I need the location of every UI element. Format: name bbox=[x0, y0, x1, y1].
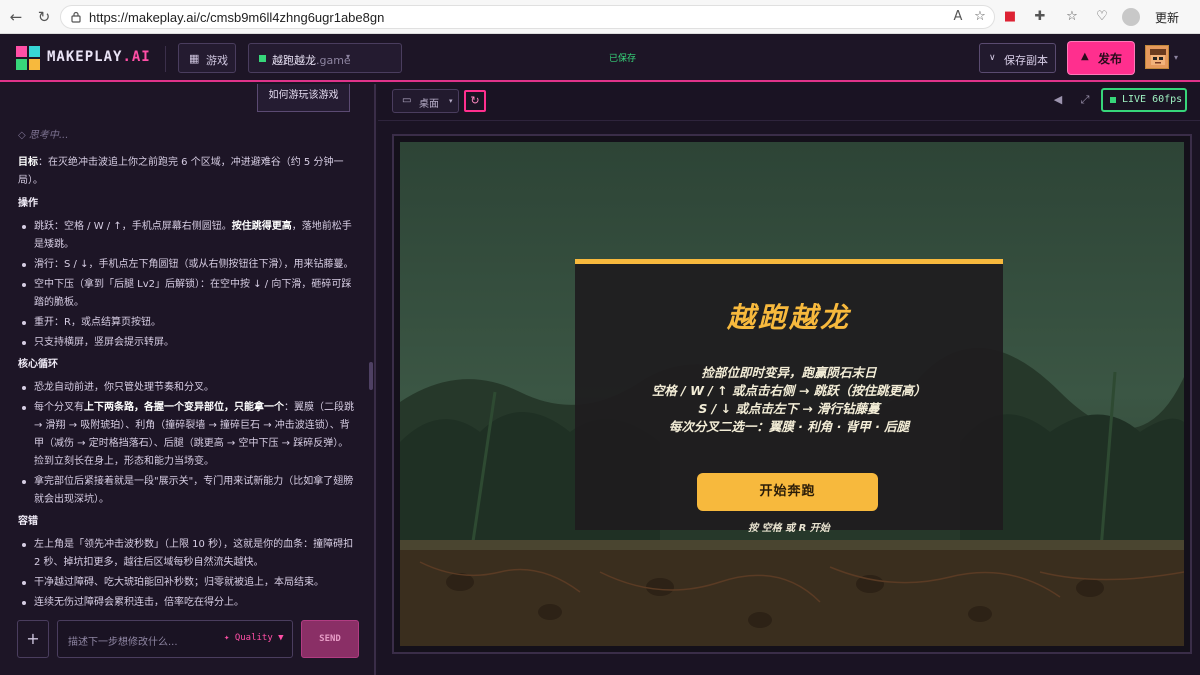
list-item: 滑行：S / ↓，手机点左下角圆钮（或从右侧按钮往下滑），用来钻藤蔓。 bbox=[18, 256, 358, 274]
reload-page-icon[interactable]: ↻ bbox=[34, 7, 54, 27]
chat-message: 目标：在灭绝冲击波追上你之前跑完 6 个区域，冲进避难谷（约 5 分钟一局）。 … bbox=[18, 154, 358, 616]
extension-icon[interactable]: ■ bbox=[1002, 9, 1018, 25]
list-item: 空中下压（拿到「后腿 Lv2」后解锁）：在空中按 ↓ / 向下滑，砸碎可踩踏的脆… bbox=[18, 276, 358, 312]
list-item: 重开：R，或点结算页按钮。 bbox=[18, 314, 358, 332]
list-item: 拿完部位后紧接着就是一段"展示关"，专门用来试新能力（比如拿了翅膀就会出现深坑）… bbox=[18, 473, 358, 509]
chevron-down-icon: ▾ bbox=[346, 52, 351, 61]
publish-button[interactable]: ▲ 发布 bbox=[1068, 42, 1134, 74]
list-item: 左上角是「领先冲击波秒数」（上限 10 秒），这就是你的血条：撞障碍扣 2 秒、… bbox=[18, 536, 358, 572]
expand-icon[interactable]: ⤢ bbox=[1077, 92, 1093, 108]
list-item: 跳跃：空格 / W / ↑，手机点屏幕右侧圆钮。按住跳得更高，落地前松手是矮跳。 bbox=[18, 218, 358, 254]
browser-toolbar: ← ↻ https://makeplay.ai/c/cmsb9m6ll4zhng… bbox=[0, 0, 1200, 34]
app-header: MAKEPLAY.AI ▦ 游戏 越跑越龙.game ▾ 已保存 ∨ 保存副本 … bbox=[0, 34, 1200, 82]
loop-heading: 核心循环 bbox=[18, 359, 58, 370]
list-item: 恐龙自动前进，你只管处理节奏和分叉。 bbox=[18, 379, 358, 397]
device-view-select[interactable]: ▭ 桌面 ▾ bbox=[392, 89, 459, 113]
attach-button[interactable]: + bbox=[17, 620, 49, 658]
goal-paragraph: 目标：在灭绝冲击波追上你之前跑完 6 个区域，冲进避难谷（约 5 分钟一局）。 bbox=[18, 157, 344, 186]
save-copy-button[interactable]: ∨ 保存副本 bbox=[979, 43, 1056, 73]
game-frame: 越跑越龙 捡部位即时变异，跑赢陨石末日 空格 / W / ↑ 或点击右侧 → 跳… bbox=[392, 134, 1192, 654]
volume-icon[interactable]: ◀ bbox=[1050, 92, 1066, 108]
list-item: 只支持横屏，竖屏会提示转屏。 bbox=[18, 334, 358, 352]
game-canvas[interactable]: 越跑越龙 捡部位即时变异，跑赢陨石末日 空格 / W / ↑ 或点击右侧 → 跳… bbox=[400, 142, 1184, 646]
game-title: 越跑越龙 bbox=[726, 301, 851, 334]
games-button[interactable]: ▦ 游戏 bbox=[178, 43, 236, 73]
chevron-down-icon: ∨ bbox=[989, 53, 996, 63]
update-button[interactable]: 更新 bbox=[1155, 9, 1179, 26]
thinking-status: ◇ 思考中... bbox=[18, 130, 69, 141]
live-badge: LIVE 60fps bbox=[1101, 88, 1187, 112]
project-status-dot bbox=[259, 55, 266, 62]
fault-heading: 容错 bbox=[18, 516, 38, 527]
preview-panel: ▭ 桌面 ▾ ↻ ◀ ⤢ LIVE 60fps 越跑越龙 捡部位即时变异，跑赢陨… bbox=[378, 84, 1200, 675]
diamond-icon: ◇ bbox=[18, 130, 29, 141]
user-avatar[interactable] bbox=[1145, 45, 1169, 69]
chevron-down-icon[interactable]: ▾ bbox=[1174, 53, 1178, 62]
puzzle-icon[interactable]: ✚ bbox=[1032, 9, 1048, 25]
list-item: 每个分叉有上下两条路，各握一个变异部位，只能拿一个：翼膜（二段跳 → 滑翔 → … bbox=[18, 399, 358, 471]
health-icon[interactable]: ♡ bbox=[1094, 9, 1110, 25]
upload-icon: ▲ bbox=[1081, 51, 1089, 62]
chat-panel: 如何游玩该游戏 ◇ 思考中... 目标：在灭绝冲击波追上你之前跑完 6 个区域，… bbox=[0, 84, 376, 675]
toolbar-divider bbox=[378, 120, 1200, 121]
star-icon[interactable]: ☆ bbox=[972, 9, 988, 25]
saved-badge: 已保存 bbox=[609, 54, 637, 64]
send-button[interactable]: SEND bbox=[301, 620, 359, 658]
live-dot bbox=[1110, 97, 1116, 103]
quality-select[interactable]: ✦ Quality ▼ bbox=[224, 633, 284, 643]
start-modal: 越跑越龙 捡部位即时变异，跑赢陨石末日 空格 / W / ↑ 或点击右侧 → 跳… bbox=[575, 259, 1003, 534]
how-to-play-button[interactable]: 如何游玩该游戏 bbox=[257, 84, 350, 112]
reload-preview-button[interactable]: ↻ bbox=[464, 90, 486, 112]
back-icon[interactable]: ← bbox=[6, 7, 26, 27]
logo-icon bbox=[16, 46, 40, 70]
controls-heading: 操作 bbox=[18, 198, 38, 209]
project-name: 越跑越龙.game bbox=[272, 54, 351, 67]
loop-list: 恐龙自动前进，你只管处理节奏和分叉。 每个分叉有上下两条路，各握一个变异部位，只… bbox=[18, 379, 358, 509]
header-divider bbox=[165, 46, 166, 72]
read-aloud-icon[interactable]: A bbox=[950, 9, 966, 25]
start-hint: 按 空格 或 R 开始 bbox=[748, 523, 830, 534]
chevron-down-icon: ▾ bbox=[449, 97, 453, 105]
composer: + 描述下一步想修改什么... ✦ Quality ▼ SEND bbox=[0, 606, 374, 675]
profile-icon[interactable] bbox=[1122, 8, 1140, 26]
start-run-button[interactable]: 开始奔跑 bbox=[697, 473, 878, 511]
favorites-icon[interactable]: ☆ bbox=[1064, 9, 1080, 25]
game-instructions: 捡部位即时变异，跑赢陨石末日 空格 / W / ↑ 或点击右侧 → 跳跃（按住跳… bbox=[651, 365, 927, 434]
lock-icon bbox=[71, 11, 81, 23]
monitor-icon: ▭ bbox=[402, 95, 412, 106]
logo-text: MAKEPLAY.AI bbox=[47, 49, 151, 65]
fault-list: 左上角是「领先冲击波秒数」（上限 10 秒），这就是你的血条：撞障碍扣 2 秒、… bbox=[18, 536, 358, 612]
project-selector[interactable]: 越跑越龙.game ▾ 已保存 bbox=[248, 43, 636, 73]
list-item: 干净越过障碍、吃大琥珀能回补秒数；归零就被追上，本局结束。 bbox=[18, 574, 358, 592]
prompt-input[interactable]: 描述下一步想修改什么... ✦ Quality ▼ bbox=[57, 620, 293, 658]
chat-scrollbar[interactable] bbox=[369, 362, 373, 390]
grid-icon: ▦ bbox=[189, 52, 200, 65]
url-text: https://makeplay.ai/c/cmsb9m6ll4zhng6ugr… bbox=[89, 10, 385, 25]
controls-list: 跳跃：空格 / W / ↑，手机点屏幕右侧圆钮。按住跳得更高，落地前松手是矮跳。… bbox=[18, 218, 358, 352]
address-bar[interactable]: https://makeplay.ai/c/cmsb9m6ll4zhng6ugr… bbox=[60, 5, 995, 29]
